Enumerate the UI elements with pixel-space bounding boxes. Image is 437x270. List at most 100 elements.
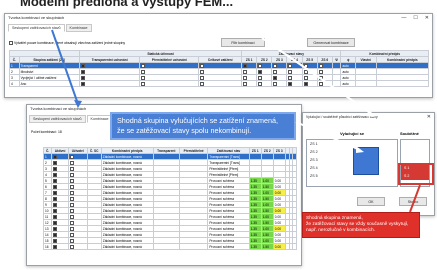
cell-checkbox[interactable] xyxy=(53,196,58,201)
cell-checkbox[interactable] xyxy=(53,226,58,231)
cell-checkbox[interactable] xyxy=(69,244,74,249)
cell-checkbox[interactable] xyxy=(69,208,74,213)
cell-checkbox[interactable] xyxy=(303,69,308,74)
list-item[interactable]: ZS 3 xyxy=(307,156,397,164)
cell-checkbox[interactable] xyxy=(200,75,205,80)
table-row[interactable]: 16 Základní kombinace, nosná Provozní sché… xyxy=(42,243,297,250)
list-item[interactable] xyxy=(401,140,429,148)
tab-load-grouping[interactable]: Seskupení zatěžovacích stavů xyxy=(8,24,65,32)
cell-checkbox[interactable] xyxy=(69,238,74,243)
table-cell: 1.50 xyxy=(260,243,274,250)
cell-checkbox[interactable] xyxy=(273,81,278,86)
cell-checkbox[interactable] xyxy=(53,202,58,207)
cell-checkbox[interactable] xyxy=(53,238,58,243)
cell-checkbox[interactable] xyxy=(69,178,74,183)
cell-checkbox[interactable] xyxy=(318,69,323,74)
ok-button[interactable]: OK xyxy=(357,197,385,206)
cell-checkbox[interactable] xyxy=(303,81,308,86)
list-item[interactable]: ZS 4 xyxy=(307,164,397,172)
cell-checkbox[interactable] xyxy=(258,81,263,86)
cell-checkbox[interactable] xyxy=(243,81,248,86)
cell-checkbox[interactable] xyxy=(243,75,248,80)
cell-checkbox[interactable] xyxy=(318,63,323,68)
cell-checkbox[interactable] xyxy=(80,69,85,74)
close-icon[interactable]: ✕ xyxy=(425,14,429,22)
list-item[interactable]: ZS 5 xyxy=(307,172,397,180)
cell-checkbox[interactable] xyxy=(80,81,85,86)
cell-checkbox[interactable] xyxy=(69,226,74,231)
exclusive-simultaneous-dialog: Vylučující / souběžně působící zatěžovac… xyxy=(302,112,435,216)
cell-checkbox[interactable] xyxy=(80,75,85,80)
exclusive-list[interactable]: ZS 1 ZS 2 ZS 3 ZS 4 ZS 5 xyxy=(306,139,398,187)
cell-checkbox[interactable] xyxy=(53,154,58,159)
cell-checkbox[interactable] xyxy=(69,166,74,171)
only-full-groups-option[interactable]: Vytvářet pouze kombinace, které obsahují… xyxy=(9,41,125,46)
cell-checkbox[interactable] xyxy=(69,232,74,237)
cell-checkbox[interactable] xyxy=(141,75,146,80)
cell-checkbox[interactable] xyxy=(69,184,74,189)
cell-checkbox[interactable] xyxy=(53,208,58,213)
table-cell: 1.35 xyxy=(248,243,262,250)
cell-checkbox[interactable] xyxy=(288,81,293,86)
cell-checkbox[interactable] xyxy=(273,63,278,68)
maximize-icon[interactable]: ☐ xyxy=(413,14,417,22)
row-number: 4 xyxy=(9,80,20,87)
cell-checkbox[interactable] xyxy=(141,81,146,86)
cell-checkbox[interactable] xyxy=(288,75,293,80)
cell-checkbox[interactable] xyxy=(53,244,58,249)
cell-checkbox[interactable] xyxy=(69,160,74,165)
generate-combinations-button[interactable]: Generovat kombinace xyxy=(307,38,355,47)
filter-combinations-button[interactable]: Filtr kombinací xyxy=(221,38,265,47)
cell-checkbox[interactable] xyxy=(303,63,308,68)
close-icon[interactable]: ✕ xyxy=(427,113,431,121)
cell-checkbox[interactable] xyxy=(318,75,323,80)
cell-checkbox[interactable] xyxy=(69,220,74,225)
cell-checkbox[interactable] xyxy=(69,214,74,219)
cell-checkbox[interactable] xyxy=(258,69,263,74)
auto-value[interactable]: auto xyxy=(340,80,356,87)
cell-checkbox[interactable] xyxy=(288,63,293,68)
cell-checkbox[interactable] xyxy=(69,190,74,195)
cell-checkbox[interactable] xyxy=(258,63,263,68)
cell-checkbox[interactable] xyxy=(243,63,248,68)
cell-checkbox[interactable] xyxy=(53,232,58,237)
tab-combinations[interactable]: Kombinace xyxy=(65,24,92,32)
cell-checkbox[interactable] xyxy=(53,220,58,225)
cell-checkbox[interactable] xyxy=(69,172,74,177)
list-item[interactable]: ZS 1 xyxy=(307,140,397,148)
only-full-groups-checkbox[interactable] xyxy=(9,41,13,46)
cell-checkbox[interactable] xyxy=(273,69,278,74)
cell-checkbox[interactable] xyxy=(200,69,205,74)
cell-checkbox[interactable] xyxy=(69,196,74,201)
list-item[interactable] xyxy=(401,148,429,156)
cell-checkbox[interactable] xyxy=(53,172,58,177)
cell-checkbox[interactable] xyxy=(53,166,58,171)
cell-checkbox[interactable] xyxy=(141,63,146,68)
table-cell xyxy=(86,243,102,250)
cell-checkbox[interactable] xyxy=(273,75,278,80)
cell-checkbox[interactable] xyxy=(200,63,205,68)
table-row[interactable]: 4 Ano auto xyxy=(9,80,430,87)
cell-checkbox[interactable] xyxy=(53,184,58,189)
cell-checkbox[interactable] xyxy=(303,75,308,80)
cell-checkbox[interactable] xyxy=(53,190,58,195)
cell-checkbox[interactable] xyxy=(141,69,146,74)
cell-checkbox[interactable] xyxy=(69,154,74,159)
cell-checkbox[interactable] xyxy=(200,81,205,86)
list-item[interactable]: ZS 2 xyxy=(307,148,397,156)
cell-checkbox[interactable] xyxy=(53,214,58,219)
cell-checkbox[interactable] xyxy=(258,75,263,80)
tab-combinations[interactable]: Kombinace xyxy=(86,115,113,123)
cell-checkbox[interactable] xyxy=(243,69,248,74)
cell-checkbox[interactable] xyxy=(53,160,58,165)
dialog-controls: ✕ xyxy=(427,113,431,121)
cell-checkbox[interactable] xyxy=(80,63,85,68)
tab-load-grouping[interactable]: Seskupení zatěžovacích stavů xyxy=(29,115,86,123)
cell-checkbox[interactable] xyxy=(53,178,58,183)
cell-checkbox[interactable] xyxy=(288,69,293,74)
excl-column-header: Vylučující se xyxy=(339,131,365,136)
cell-checkbox[interactable] xyxy=(69,202,74,207)
cell-checkbox[interactable] xyxy=(318,81,323,86)
cancel-button[interactable]: Storno xyxy=(399,197,427,206)
minimize-icon[interactable]: — xyxy=(401,14,406,22)
